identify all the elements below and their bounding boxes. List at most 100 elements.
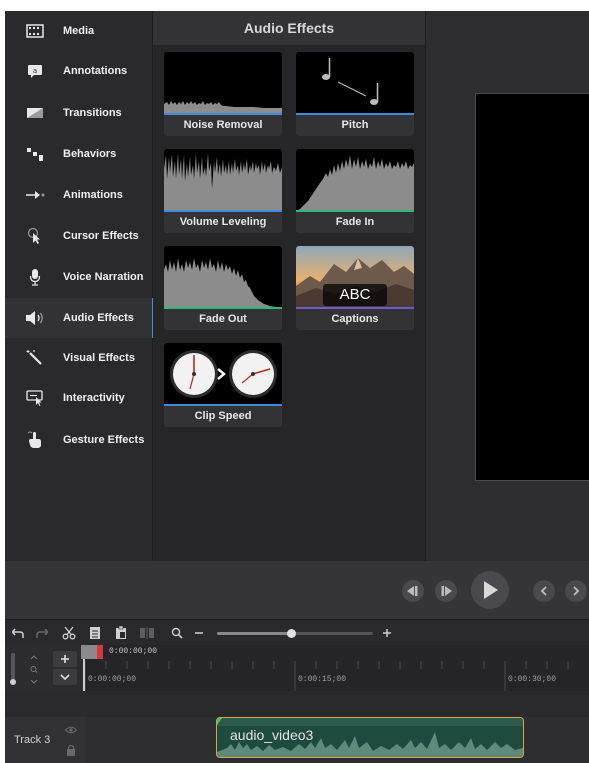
split-button[interactable]: [139, 624, 155, 642]
timeline-header-controls: [5, 645, 85, 691]
redo-button[interactable]: [35, 624, 49, 642]
sidebar-item-animations[interactable]: Animations: [5, 175, 153, 215]
copy-icon: [90, 627, 100, 639]
noise-removal-thumbnail: [164, 52, 282, 114]
sidebar-item-cursor-effects[interactable]: Cursor Effects: [5, 216, 153, 256]
track-name: Track 3: [14, 734, 51, 746]
paste-button[interactable]: [113, 624, 129, 642]
effect-tile-noise-removal[interactable]: Noise Removal: [164, 52, 282, 136]
sidebar-item-label: Audio Effects: [63, 312, 134, 324]
audio-clip[interactable]: audio_video3: [216, 717, 524, 758]
magic-wand-icon: [25, 349, 45, 367]
sidebar-item-label: Voice Narration: [63, 271, 144, 283]
timeline-ruler[interactable]: 0:00:00;00 0:00:15;00 0:00:30;00: [85, 645, 589, 691]
sidebar-item-label: Cursor Effects: [63, 230, 139, 242]
sidebar-item-label: Visual Effects: [63, 352, 135, 364]
sidebar-item-behaviors[interactable]: Behaviors: [5, 134, 153, 174]
playhead-marker[interactable]: [81, 645, 97, 659]
paste-icon: [116, 626, 126, 639]
library-title: Audio Effects: [153, 11, 425, 45]
sidebar-item-annotations[interactable]: a Annotations: [5, 51, 153, 91]
clip-name: audio_video3: [230, 727, 314, 743]
sidebar-item-interactivity[interactable]: Interactivity: [5, 378, 153, 418]
playhead-out-marker[interactable]: [97, 645, 103, 659]
sidebar-item-voice-narration[interactable]: Voice Narration: [5, 257, 153, 297]
tile-label: Fade In: [335, 216, 375, 228]
speaker-icon: [25, 309, 45, 327]
zoom-stepper-icon: [30, 655, 38, 684]
sidebar-item-label: Interactivity: [63, 392, 125, 404]
zoom-out-button[interactable]: [193, 624, 205, 642]
sidebar-item-label: Gesture Effects: [63, 434, 145, 446]
tile-label: Volume Leveling: [179, 216, 267, 228]
effect-tile-pitch[interactable]: Pitch: [296, 52, 414, 136]
captions-thumbnail: ABC: [296, 246, 414, 308]
tile-label: Captions: [331, 313, 379, 325]
sidebar-item-gesture-effects[interactable]: Gesture Effects: [5, 420, 153, 460]
sidebar-item-label: Media: [63, 25, 95, 37]
zoom-slider-handle[interactable]: [287, 629, 296, 638]
track-height-slider[interactable]: [10, 653, 16, 685]
scissors-icon: [62, 626, 76, 640]
interactivity-icon: [25, 389, 45, 407]
effect-tile-fade-out[interactable]: Fade Out: [164, 246, 282, 330]
next-marker-button[interactable]: [565, 580, 587, 602]
step-forward-icon: [441, 586, 452, 596]
effects-library-panel: Audio Effects Noise Removal Pitch Volume…: [153, 11, 425, 561]
playback-controls: [5, 561, 589, 619]
clip-speed-thumbnail: [164, 343, 282, 405]
preview-canvas[interactable]: [475, 93, 589, 481]
zoom-slider-fill: [217, 632, 291, 635]
step-back-icon: [407, 586, 418, 596]
chevron-left-icon: [540, 586, 547, 596]
step-back-button[interactable]: [402, 580, 424, 602]
sidebar-item-media[interactable]: Media: [5, 11, 153, 51]
effect-tile-volume-leveling[interactable]: Volume Leveling: [164, 149, 282, 233]
track-options-button[interactable]: [53, 669, 77, 685]
previous-marker-button[interactable]: [533, 580, 555, 602]
effect-tile-captions[interactable]: ABC Captions: [296, 246, 414, 330]
play-button[interactable]: [471, 571, 509, 609]
track-header[interactable]: Track 3: [5, 717, 85, 763]
fade-in-thumbnail: [296, 149, 414, 211]
zoom-search-button[interactable]: [170, 624, 184, 642]
sidebar-item-label: Behaviors: [63, 148, 117, 160]
plus-icon: [61, 655, 69, 663]
track-height-handle[interactable]: [10, 679, 16, 685]
svg-text:a: a: [33, 67, 37, 75]
undo-button[interactable]: [11, 624, 25, 642]
lock-icon[interactable]: [66, 743, 76, 761]
ruler-timecode: 0:00:15;00: [298, 675, 347, 684]
effect-tile-fade-in[interactable]: Fade In: [296, 149, 414, 233]
sidebar-item-audio-effects[interactable]: Audio Effects: [5, 298, 154, 338]
track-height-stepper[interactable]: [27, 653, 41, 687]
pitch-thumbnail: [296, 52, 414, 114]
fade-out-thumbnail: [164, 246, 282, 308]
add-track-button[interactable]: [53, 651, 77, 667]
play-icon: [484, 581, 498, 599]
step-forward-button[interactable]: [435, 580, 457, 602]
copy-button[interactable]: [87, 624, 103, 642]
zoom-slider-track[interactable]: [217, 629, 373, 638]
plus-icon: [383, 629, 391, 637]
tile-label: Fade Out: [199, 313, 247, 325]
timeline-toolbar: [5, 619, 589, 645]
hand-gesture-icon: [25, 431, 45, 449]
ruler-ticks: [85, 661, 569, 691]
microphone-icon: [25, 268, 45, 286]
sidebar-item-transitions[interactable]: Transitions: [5, 93, 153, 133]
sidebar-item-label: Annotations: [63, 65, 128, 77]
sidebar-item-label: Transitions: [63, 107, 122, 119]
chevron-down-icon: [60, 674, 70, 681]
magnifier-icon: [171, 627, 183, 639]
effect-tile-clip-speed[interactable]: Clip Speed: [164, 343, 282, 427]
redo-icon: [36, 628, 48, 638]
eye-icon[interactable]: [64, 721, 78, 739]
minus-icon: [195, 632, 203, 634]
annotation-icon: a: [25, 62, 45, 80]
cut-button[interactable]: [61, 624, 77, 642]
transition-icon: [25, 104, 45, 122]
sidebar-item-visual-effects[interactable]: Visual Effects: [5, 338, 153, 378]
ruler-timecode: 0:00:00;00: [88, 675, 137, 684]
zoom-in-button[interactable]: [380, 624, 394, 642]
